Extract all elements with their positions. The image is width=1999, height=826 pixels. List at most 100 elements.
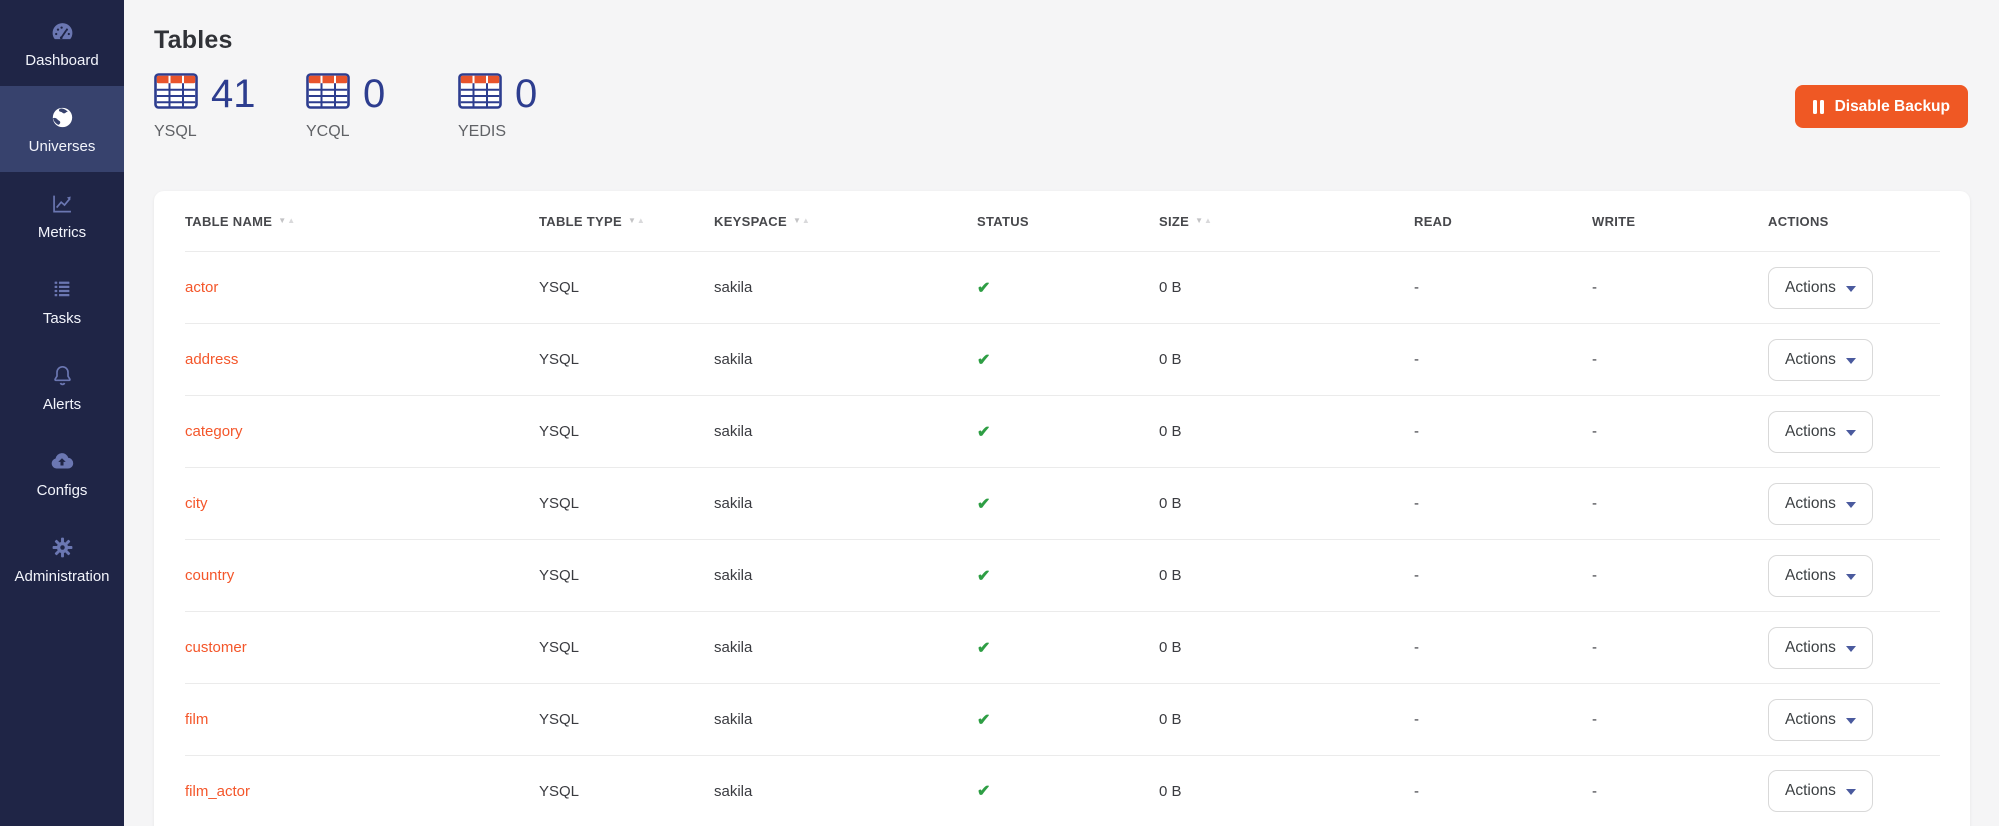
sidebar-item-label: Universes (29, 138, 96, 155)
row-actions-button[interactable]: Actions (1768, 627, 1873, 669)
sidebar-item-label: Configs (37, 482, 88, 499)
table-type-cell: YSQL (539, 279, 714, 296)
table-row: city YSQL sakila ✔ 0 B - - Actions (185, 467, 1940, 539)
table-type-cell: YSQL (539, 567, 714, 584)
sidebar-item-administration[interactable]: Administration (0, 516, 124, 602)
sidebar-item-label: Tasks (43, 310, 81, 327)
caret-down-icon (1846, 286, 1856, 292)
status-cell: ✔ (977, 638, 1159, 658)
table-name-link[interactable]: city (185, 495, 539, 512)
ycql-count: 0 (363, 74, 385, 114)
sidebar-item-dashboard[interactable]: Dashboard (0, 0, 124, 86)
caret-down-icon (1846, 789, 1856, 795)
column-header-actions: ACTIONS (1768, 214, 1940, 229)
table-row: film_actor YSQL sakila ✔ 0 B - - Actions (185, 755, 1940, 826)
write-cell: - (1592, 495, 1768, 512)
size-cell: 0 B (1159, 783, 1414, 800)
actions-cell: Actions (1768, 555, 1940, 597)
disable-backup-button[interactable]: Disable Backup (1795, 85, 1968, 128)
table-header-row: TABLE NAME ▼▲ TABLE TYPE ▼▲ KEYSPACE ▼▲ … (185, 191, 1940, 251)
table-row: country YSQL sakila ✔ 0 B - - Actions (185, 539, 1940, 611)
ysql-label: YSQL (154, 123, 306, 141)
table-name-link[interactable]: actor (185, 279, 539, 296)
actions-cell: Actions (1768, 483, 1940, 525)
column-header-read: READ (1414, 214, 1592, 229)
actions-button-label: Actions (1785, 351, 1836, 369)
column-header-status: STATUS (977, 214, 1159, 229)
actions-cell: Actions (1768, 699, 1940, 741)
status-ok-check-icon: ✔ (977, 712, 990, 729)
column-header-size[interactable]: SIZE ▼▲ (1159, 214, 1414, 229)
table-row: category YSQL sakila ✔ 0 B - - Actions (185, 395, 1940, 467)
row-actions-button[interactable]: Actions (1768, 555, 1873, 597)
table-name-link[interactable]: category (185, 423, 539, 440)
row-actions-button[interactable]: Actions (1768, 267, 1873, 309)
write-cell: - (1592, 567, 1768, 584)
write-cell: - (1592, 711, 1768, 728)
table-row: actor YSQL sakila ✔ 0 B - - Actions (185, 251, 1940, 323)
pause-icon (1813, 100, 1824, 114)
column-header-table-name[interactable]: TABLE NAME ▼▲ (185, 214, 539, 229)
table-body: actor YSQL sakila ✔ 0 B - - Actions (185, 251, 1940, 826)
status-ok-check-icon: ✔ (977, 783, 990, 800)
status-cell: ✔ (977, 422, 1159, 442)
actions-cell: Actions (1768, 411, 1940, 453)
status-cell: ✔ (977, 350, 1159, 370)
sidebar-item-tasks[interactable]: Tasks (0, 258, 124, 344)
configs-cloud-upload-icon (48, 447, 76, 475)
column-header-table-type[interactable]: TABLE TYPE ▼▲ (539, 214, 714, 229)
sidebar-item-alerts[interactable]: Alerts (0, 344, 124, 430)
table-type-cell: YSQL (539, 711, 714, 728)
row-actions-button[interactable]: Actions (1768, 411, 1873, 453)
actions-cell: Actions (1768, 267, 1940, 309)
yedis-count: 0 (515, 74, 537, 114)
table-name-link[interactable]: country (185, 567, 539, 584)
actions-cell: Actions (1768, 770, 1940, 812)
write-cell: - (1592, 639, 1768, 656)
table-name-link[interactable]: film_actor (185, 783, 539, 800)
table-name-link[interactable]: customer (185, 639, 539, 656)
table-name-link[interactable]: address (185, 351, 539, 368)
disable-backup-label: Disable Backup (1835, 98, 1950, 116)
sidebar-item-configs[interactable]: Configs (0, 430, 124, 516)
actions-button-label: Actions (1785, 279, 1836, 297)
size-cell: 0 B (1159, 279, 1414, 296)
status-cell: ✔ (977, 781, 1159, 801)
actions-button-label: Actions (1785, 423, 1836, 441)
size-cell: 0 B (1159, 351, 1414, 368)
sidebar-item-universes[interactable]: Universes (0, 86, 124, 172)
keyspace-cell: sakila (714, 423, 977, 440)
keyspace-cell: sakila (714, 639, 977, 656)
table-name-link[interactable]: film (185, 711, 539, 728)
sort-icons[interactable]: ▼▲ (628, 217, 646, 225)
status-ok-check-icon: ✔ (977, 424, 990, 441)
sort-icons[interactable]: ▼▲ (793, 217, 811, 225)
read-cell: - (1414, 639, 1592, 656)
sidebar-item-label: Dashboard (25, 52, 98, 69)
ysql-count: 41 (211, 74, 256, 114)
sort-icons[interactable]: ▼▲ (278, 217, 296, 225)
sidebar-item-metrics[interactable]: Metrics (0, 172, 124, 258)
keyspace-cell: sakila (714, 279, 977, 296)
row-actions-button[interactable]: Actions (1768, 339, 1873, 381)
sidebar-item-label: Administration (14, 568, 109, 585)
page-title: Tables (154, 26, 1970, 55)
caret-down-icon (1846, 430, 1856, 436)
write-cell: - (1592, 351, 1768, 368)
size-cell: 0 B (1159, 639, 1414, 656)
stat-ycql: 0 YCQL (306, 73, 458, 141)
row-actions-button[interactable]: Actions (1768, 770, 1873, 812)
main-content: Tables 41 YSQL (124, 0, 1999, 826)
table-type-cell: YSQL (539, 783, 714, 800)
status-cell: ✔ (977, 566, 1159, 586)
read-cell: - (1414, 423, 1592, 440)
column-header-keyspace[interactable]: KEYSPACE ▼▲ (714, 214, 977, 229)
table-row: film YSQL sakila ✔ 0 B - - Actions (185, 683, 1940, 755)
read-cell: - (1414, 783, 1592, 800)
sort-icons[interactable]: ▼▲ (1195, 217, 1213, 225)
size-cell: 0 B (1159, 495, 1414, 512)
actions-button-label: Actions (1785, 782, 1836, 800)
alerts-bell-icon (49, 361, 76, 389)
row-actions-button[interactable]: Actions (1768, 483, 1873, 525)
row-actions-button[interactable]: Actions (1768, 699, 1873, 741)
